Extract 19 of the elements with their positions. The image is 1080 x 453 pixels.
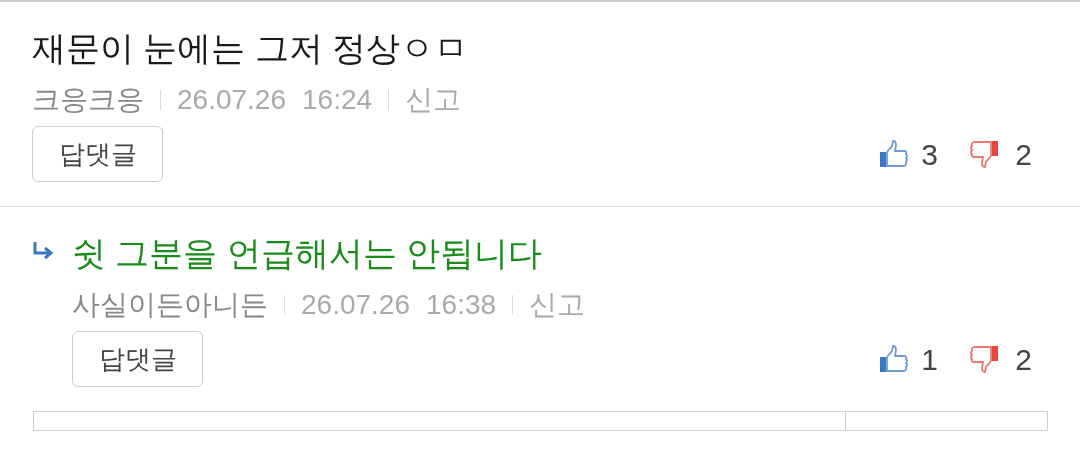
thumbs-up-icon <box>879 344 910 374</box>
thumbs-down-icon <box>969 344 1000 374</box>
comment-time: 16:38 <box>426 288 497 322</box>
comment-time: 16:24 <box>302 83 373 117</box>
like-count: 1 <box>921 341 939 378</box>
thumbs-up-icon <box>879 139 910 169</box>
author-name: 크응크응 <box>32 83 144 117</box>
reply-button[interactable]: 답댓글 <box>32 126 163 182</box>
comment-text: 쉿 그분을 언급해서는 안됩니다 <box>72 233 544 274</box>
like-count: 3 <box>921 136 939 173</box>
reply-button[interactable]: 답댓글 <box>72 331 203 387</box>
dislike-count: 2 <box>1015 136 1032 173</box>
comment-date: 26.07.26 <box>301 288 410 322</box>
author-name: 사실이든아니든 <box>72 288 268 322</box>
reply-arrow-icon <box>32 241 56 261</box>
dislike-count: 2 <box>1015 341 1032 378</box>
thumbs-down-icon <box>969 139 1000 169</box>
comment-text: 재문이 눈에는 그저 정상ㅇㅁ <box>32 28 470 69</box>
comment-date: 26.07.26 <box>177 83 286 117</box>
